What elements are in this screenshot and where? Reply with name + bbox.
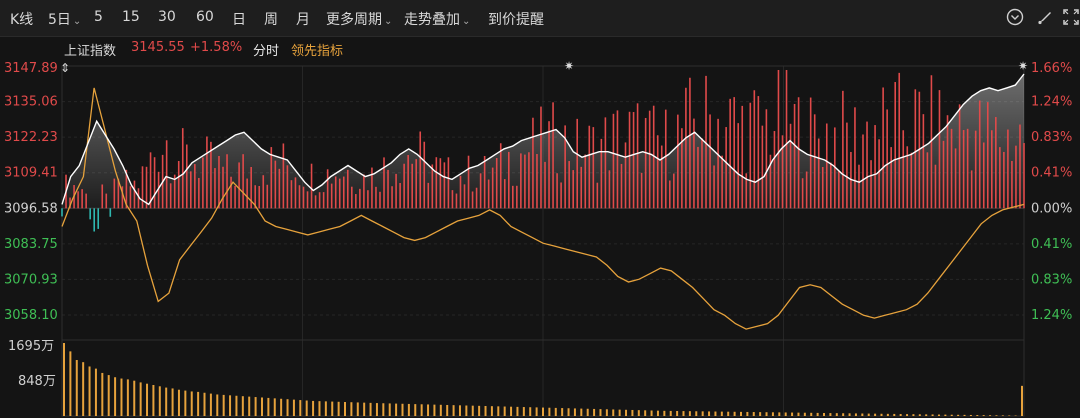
circle-chevron-icon[interactable] xyxy=(1006,8,1024,26)
tab-leading-indicator[interactable]: 领先指标 xyxy=(291,40,343,59)
chevron-down-icon: ⌄ xyxy=(462,16,471,27)
brush-icon[interactable] xyxy=(1036,8,1054,26)
period-day[interactable]: 日 xyxy=(232,9,246,29)
crosshair-markers: ⇕ ✷ ✷ xyxy=(60,60,1028,75)
sun-marker-icon: ✷ xyxy=(564,60,574,73)
y-right-tick-label: 0.41% xyxy=(1031,237,1072,252)
y-left-tick-label: 3109.41 xyxy=(4,166,58,181)
five-day-label: 5日 xyxy=(48,12,71,28)
price-alert-button[interactable]: 到价提醒 xyxy=(488,9,544,29)
kline-tab[interactable]: K线 xyxy=(10,9,33,29)
overlay-label: 走势叠加 xyxy=(404,12,460,28)
chevron-down-icon: ⌄ xyxy=(384,16,393,27)
y-right-tick-label: 0.83% xyxy=(1031,130,1072,145)
y-left-tick-label: 3135.06 xyxy=(4,95,58,110)
y-left-tick-label: 3083.75 xyxy=(4,237,58,252)
overlay-dropdown[interactable]: 走势叠加 ⌄ xyxy=(404,9,470,29)
y-left-tick-label: 3122.23 xyxy=(4,130,58,145)
toolbar: K线 5日 ⌄ 5 15 30 60 日 周 月 更多周期 ⌄ 走势叠加 ⌄ 到价提醒 xyxy=(0,0,1080,37)
period-30[interactable]: 30 xyxy=(158,9,176,25)
index-price: 3145.55 xyxy=(131,40,185,55)
y-left-tick-label: 3058.10 xyxy=(4,308,58,323)
period-60[interactable]: 60 xyxy=(196,9,214,25)
y-left-tick-label: 3070.93 xyxy=(4,272,58,287)
period-month[interactable]: 月 xyxy=(296,9,310,29)
y-right-tick-label: 0.00% xyxy=(1031,201,1072,216)
period-week[interactable]: 周 xyxy=(264,9,278,29)
more-periods-label: 更多周期 xyxy=(326,12,382,28)
y-right-tick-label: 0.41% xyxy=(1031,166,1072,181)
tab-timeshare[interactable]: 分时 xyxy=(253,40,279,59)
index-change-pct: +1.58% xyxy=(190,40,243,55)
scroll-arrow-icon: ⇕ xyxy=(60,61,70,75)
chevron-down-icon: ⌄ xyxy=(72,16,82,27)
y-right-tick-label: 1.24% xyxy=(1031,308,1072,323)
fullscreen-icon[interactable] xyxy=(1062,8,1080,26)
index-info-bar: 上证指数 3145.55 +1.58% 分时 领先指标 xyxy=(0,37,1080,61)
sun-marker-icon: ✷ xyxy=(1018,60,1028,73)
five-day-tab[interactable]: 5日 ⌄ xyxy=(48,9,81,29)
period-15[interactable]: 15 xyxy=(122,9,140,25)
more-periods-dropdown[interactable]: 更多周期 ⌄ xyxy=(326,9,392,29)
volume-tick-label: 1695万 xyxy=(8,339,54,354)
volume-tick-label: 848万 xyxy=(18,374,56,389)
y-right-tick-label: 0.83% xyxy=(1031,272,1072,287)
y-right-tick-label: 1.24% xyxy=(1031,95,1072,110)
chart-grid xyxy=(61,65,1025,417)
y-left-tick-label: 3096.58 xyxy=(4,201,58,216)
price-chart[interactable]: 3147.89 3135.06 3122.23 3109.41 3096.58 3083.… xyxy=(0,60,1080,418)
period-5[interactable]: 5 xyxy=(94,9,103,25)
y-left-tick-label: 3147.89 xyxy=(4,61,58,76)
y-right-tick-label: 1.66% xyxy=(1031,61,1072,76)
index-name: 上证指数 xyxy=(64,44,117,59)
